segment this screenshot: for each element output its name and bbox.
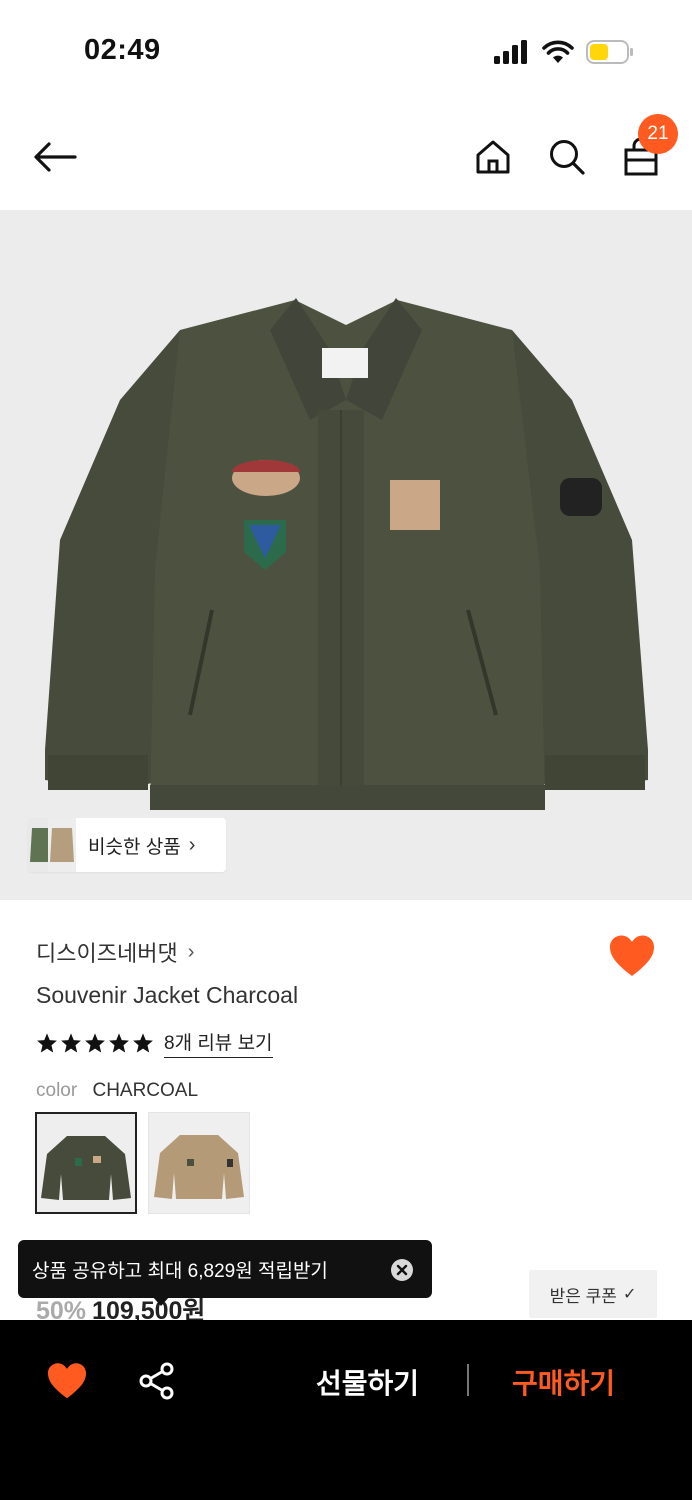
brand-link[interactable]: 디스이즈네버댓 › <box>36 936 194 968</box>
heart-icon <box>48 1363 86 1399</box>
tooltip-tail <box>152 1296 170 1306</box>
share-icon <box>139 1362 174 1400</box>
sale-price: 109,500원 <box>92 1297 206 1322</box>
chevron-right-icon: › <box>188 833 196 856</box>
star-icon <box>37 1033 57 1053</box>
similar-products-label: 비슷한 상품 <box>88 836 181 858</box>
divider <box>467 1364 469 1396</box>
product-name: Souvenir Jacket Charcoal <box>36 982 299 1008</box>
bottom-wishlist-button[interactable] <box>46 1362 88 1400</box>
review-link[interactable]: 8개 리뷰 보기 <box>164 1028 273 1058</box>
cart-count-badge: 21 <box>638 114 678 154</box>
swatch-charcoal-image <box>37 1114 135 1212</box>
wifi-icon <box>542 40 574 63</box>
tooltip-text: 상품 공유하고 최대 6,829원 적립받기 <box>32 1260 328 1282</box>
home-icon <box>476 140 510 174</box>
status-bar: 02:49 <box>0 0 692 100</box>
search-icon <box>550 140 585 175</box>
similar-thumbnails <box>28 818 82 872</box>
color-label: color <box>36 1080 78 1101</box>
jacket-photo <box>45 298 648 810</box>
home-button[interactable] <box>470 134 516 180</box>
color-swatch-charcoal[interactable] <box>35 1112 137 1214</box>
back-button[interactable] <box>30 134 80 180</box>
cellular-signal-icon <box>494 40 527 64</box>
brand-name: 디스이즈네버댓 <box>36 941 178 966</box>
status-icons <box>494 38 634 66</box>
status-time: 02:49 <box>84 34 161 66</box>
star-icon <box>85 1033 105 1053</box>
color-swatch-beige[interactable] <box>148 1112 250 1214</box>
gift-button[interactable]: 선물하기 <box>316 1362 419 1402</box>
check-icon: ✓ <box>622 1286 637 1303</box>
swatch-beige-image <box>149 1113 249 1213</box>
similar-thumb-2 <box>48 818 76 872</box>
battery-icon <box>586 40 633 64</box>
rating-stars <box>36 1032 154 1054</box>
price-row: 50% 109,500원 <box>36 1296 205 1322</box>
color-value: CHARCOAL <box>92 1080 199 1101</box>
share-button[interactable] <box>138 1362 176 1400</box>
star-icon <box>109 1033 129 1053</box>
bottom-action-bar: 선물하기 구매하기 <box>0 1320 692 1500</box>
chevron-right-icon: › <box>187 940 195 963</box>
share-reward-tooltip: 상품 공유하고 최대 6,829원 적립받기 <box>18 1240 432 1298</box>
star-icon <box>61 1033 81 1053</box>
similar-products-button[interactable]: 비슷한 상품 › <box>28 818 226 872</box>
close-icon[interactable] <box>390 1258 414 1282</box>
wishlist-button[interactable] <box>608 934 656 980</box>
back-arrow-icon <box>34 142 77 172</box>
top-nav <box>0 100 692 210</box>
heart-icon <box>610 935 654 976</box>
search-button[interactable] <box>544 134 590 180</box>
product-image[interactable] <box>0 210 692 900</box>
discount-rate: 50% <box>36 1297 87 1322</box>
rating-row: 8개 리뷰 보기 <box>36 1028 273 1058</box>
star-icon <box>133 1033 153 1053</box>
buy-button[interactable]: 구매하기 <box>512 1362 615 1402</box>
coupon-label: 받은 쿠폰 <box>549 1286 617 1306</box>
received-coupon-button[interactable]: 받은 쿠폰 ✓ <box>529 1270 657 1318</box>
color-row: color CHARCOAL <box>36 1080 198 1102</box>
